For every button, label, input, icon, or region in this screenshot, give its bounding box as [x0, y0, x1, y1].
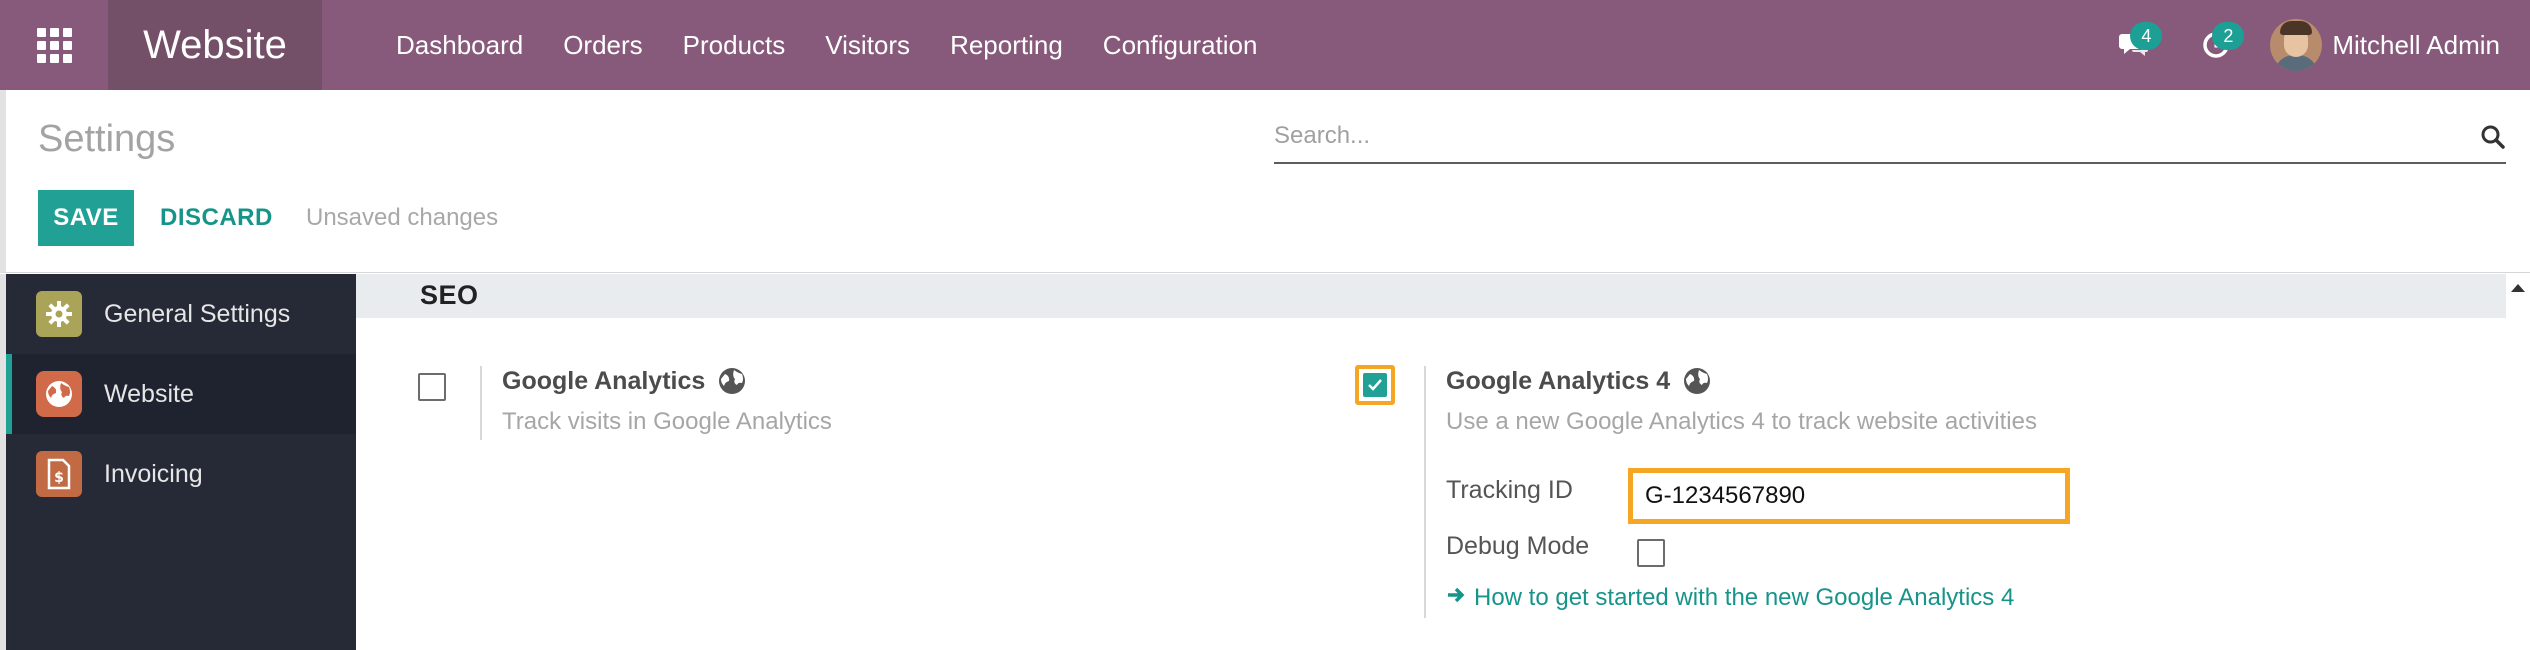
arrow-right-icon	[1446, 584, 1466, 612]
scrollbar[interactable]	[2506, 274, 2530, 650]
globe-icon	[1684, 368, 1711, 394]
ga4-help-link-text: How to get started with the new Google A…	[1474, 584, 2015, 611]
google-analytics-description: Track visits in Google Analytics	[502, 408, 832, 435]
sidebar-item-general-settings[interactable]: General Settings	[6, 274, 356, 354]
section-title: SEO	[420, 280, 479, 310]
save-button[interactable]: SAVE	[38, 190, 134, 246]
google-analytics-4-checkbox[interactable]	[1355, 365, 1395, 405]
debug-mode-label: Debug Mode	[1446, 532, 1590, 560]
discard-button[interactable]: DISCARD	[160, 190, 273, 246]
menu-reporting[interactable]: Reporting	[950, 30, 1063, 61]
avatar	[2270, 19, 2323, 71]
section-header: SEO	[356, 274, 2506, 318]
ga4-help-link[interactable]: How to get started with the new Google A…	[1446, 584, 2014, 612]
menu-dashboard[interactable]: Dashboard	[396, 30, 523, 61]
settings-content: SEO Google Analytics Track visits in Goo…	[356, 274, 2506, 650]
page-title: Settings	[38, 118, 176, 160]
messages-button[interactable]: 4	[2106, 20, 2163, 70]
sidebar-item-label: General Settings	[104, 299, 291, 328]
sidebar-item-invoicing[interactable]: $ Invoicing	[6, 434, 356, 514]
search-input[interactable]	[1274, 112, 2506, 160]
globe-icon	[36, 371, 82, 417]
menu-visitors[interactable]: Visitors	[825, 30, 910, 61]
apps-grid-icon	[36, 27, 72, 63]
menu-configuration[interactable]: Configuration	[1103, 30, 1258, 61]
search-bar	[1274, 112, 2506, 164]
top-navbar: Website Dashboard Orders Products Visito…	[0, 0, 2530, 90]
divider	[480, 366, 482, 440]
sidebar-item-label: Website	[104, 379, 194, 408]
tracking-id-label: Tracking ID	[1446, 476, 1573, 504]
google-analytics-4-description: Use a new Google Analytics 4 to track we…	[1446, 408, 2037, 435]
activities-button[interactable]: 2	[2188, 20, 2245, 70]
user-menu[interactable]: Mitchell Admin	[2270, 19, 2500, 71]
svg-text:$: $	[54, 470, 64, 486]
gear-icon	[36, 291, 82, 337]
messages-count-badge: 4	[2130, 22, 2163, 50]
apps-menu-button[interactable]	[6, 0, 102, 90]
app-brand[interactable]: Website	[108, 0, 322, 90]
sidebar-item-label: Invoicing	[104, 459, 203, 488]
scroll-up-arrow-icon[interactable]	[2511, 284, 2525, 292]
control-panel: Settings SAVE DISCARD Unsaved changes	[0, 90, 2530, 273]
google-analytics-4-title: Google Analytics 4	[1446, 366, 1712, 396]
menu-orders[interactable]: Orders	[563, 30, 642, 61]
search-icon[interactable]	[2480, 124, 2506, 150]
user-name: Mitchell Admin	[2332, 29, 2500, 60]
google-analytics-checkbox[interactable]	[418, 373, 446, 401]
tracking-id-field	[1628, 468, 2070, 524]
main-menu: Dashboard Orders Products Visitors Repor…	[396, 0, 1297, 90]
settings-sidebar: General Settings Website $ Invoicing	[0, 274, 356, 650]
activities-count-badge: 2	[2212, 22, 2245, 50]
debug-mode-checkbox[interactable]	[1637, 539, 1665, 567]
unsaved-status: Unsaved changes	[306, 204, 499, 231]
invoice-icon: $	[36, 451, 82, 497]
systray: 4 2 Mitchell Admin	[2106, 0, 2500, 90]
globe-icon	[719, 368, 746, 394]
tracking-id-input[interactable]	[1633, 473, 2065, 519]
sidebar-item-website[interactable]: Website	[6, 354, 356, 434]
google-analytics-title: Google Analytics	[502, 366, 747, 396]
menu-products[interactable]: Products	[683, 30, 786, 61]
divider	[1424, 366, 1426, 618]
check-icon	[1363, 373, 1387, 397]
